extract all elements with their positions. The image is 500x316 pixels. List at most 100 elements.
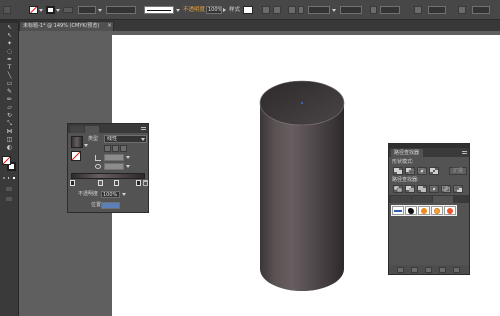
blue-banner-symbol[interactable] [392,206,404,215]
symbols-panel-header[interactable] [389,195,469,203]
isolate-group-icon[interactable] [458,6,466,14]
gradient-panel-header[interactable] [68,124,148,133]
none-mode-icon[interactable] [12,176,16,180]
stroke-weight-dropdown-icon[interactable] [98,9,102,12]
width-link-icon[interactable] [370,6,377,14]
scale-tool-icon[interactable]: ⤡ [4,120,15,128]
merge-icon[interactable] [417,185,427,193]
preferences-icon[interactable] [273,6,281,14]
gradient-stop[interactable] [70,180,75,186]
x-dropdown-icon[interactable] [332,9,336,12]
fill-stroke-toggle[interactable] [71,151,81,161]
panel-tab-active[interactable] [85,126,99,133]
cylinder-center-point[interactable] [301,102,303,104]
brush-dropdown-icon[interactable] [176,9,180,12]
outline-icon[interactable] [441,185,451,193]
transform-icon[interactable] [298,6,304,14]
panel-tab-active[interactable] [433,196,453,203]
x-field[interactable] [308,6,330,14]
gradient-presets-dropdown-icon[interactable] [84,144,88,147]
tools-panel-grip[interactable] [0,20,19,23]
angle-field[interactable] [104,154,124,161]
type-tool-icon[interactable]: T [4,64,15,72]
panel-options-field[interactable] [472,6,490,14]
opacity-arrow-icon[interactable] [223,8,226,12]
delete-stop-icon[interactable] [143,180,148,186]
line-segment-tool-icon[interactable]: ╲ [4,72,15,80]
gradient-preview-swatch[interactable] [71,136,83,148]
aspect-ratio-dropdown-icon[interactable] [126,165,130,168]
symbol-libraries-icon[interactable] [397,267,404,273]
lasso-tool-icon[interactable]: ◌ [4,48,15,56]
stop-opacity-field[interactable]: 100% [101,191,120,198]
orange-circle-symbol[interactable] [418,206,430,215]
panel-tab[interactable] [412,196,432,203]
magic-wand-tool-icon[interactable]: ✦ [4,40,15,48]
stroke-within-icon[interactable] [104,145,111,152]
stroke-weight-field[interactable] [78,6,96,14]
close-tab-icon[interactable]: × [107,23,112,29]
pencil-tool-icon[interactable]: ✏ [4,96,15,104]
divide-icon[interactable] [393,185,403,193]
paintbrush-tool-icon[interactable]: ✎ [4,88,15,96]
type-dropdown[interactable]: 线性 [104,135,147,143]
gradient-stop[interactable] [136,180,141,186]
exclude-icon[interactable] [429,167,439,175]
delete-symbol-icon[interactable] [453,267,460,273]
selection-mode-icon[interactable] [3,6,11,14]
fill-color-box[interactable] [2,156,11,165]
eraser-tool-icon[interactable]: ▱ [4,104,15,112]
opacity-field[interactable]: 100% [206,6,222,14]
color-mode-icon[interactable] [2,176,6,180]
unite-icon[interactable] [393,167,403,175]
pathfinder-panel-header[interactable]: 路径查找器 [389,148,469,157]
panel-menu-icon[interactable] [141,127,146,130]
rectangle-tool-icon[interactable]: ▭ [4,80,15,88]
aspect-ratio-field[interactable] [104,163,124,170]
draw-mode-icon[interactable] [5,186,13,192]
graphic-style-swatch[interactable] [243,6,253,14]
minus-back-icon[interactable] [453,185,463,193]
gradient-stop[interactable] [114,180,119,186]
fill-dropdown-icon[interactable] [39,9,43,12]
height-field[interactable] [428,6,446,14]
y-field[interactable] [340,6,362,14]
gradient-stop[interactable] [98,180,103,186]
trim-icon[interactable] [405,185,415,193]
angle-dropdown-icon[interactable] [126,156,130,159]
stop-location-field[interactable] [101,202,120,209]
panel-menu-icon[interactable] [462,151,467,154]
black-splat-symbol[interactable] [405,206,417,215]
gradient-mode-icon[interactable] [7,176,11,180]
cylinder-body[interactable] [260,103,344,291]
fill-swatch[interactable] [29,6,38,14]
stroke-across-icon[interactable] [120,145,127,152]
crop-icon[interactable] [429,185,439,193]
panel-tab[interactable] [70,126,84,133]
width-field[interactable] [380,6,400,14]
direct-selection-tool-icon[interactable]: ↖ [4,32,15,40]
document-tab[interactable]: 未标题-1* @ 149% (CMYK/预览) × [19,21,114,31]
free-transform-tool-icon[interactable]: ◫ [4,136,15,144]
cylinder[interactable] [259,80,345,291]
minus-front-icon[interactable] [405,167,415,175]
screen-mode-icon[interactable] [5,196,13,202]
align-icon[interactable] [288,6,296,14]
intersect-icon[interactable] [417,167,427,175]
stroke-swatch[interactable] [46,6,55,14]
width-tool-icon[interactable]: ⋈ [4,128,15,136]
constrain-proportions-icon[interactable] [414,6,422,14]
variable-width-profile-dropdown[interactable] [106,6,136,14]
rotate-tool-icon[interactable]: ↻ [4,112,15,120]
opacity-link-label[interactable]: 不透明度 [183,7,205,14]
stop-opacity-dropdown-icon[interactable] [122,193,126,196]
brush-definition-preview[interactable] [144,6,174,14]
stroke-dropdown-icon[interactable] [56,9,60,12]
panel-tab[interactable] [391,196,411,203]
place-symbol-icon[interactable] [411,267,418,273]
gradient-slider[interactable] [71,173,145,179]
new-symbol-icon[interactable] [439,267,446,273]
document-setup-icon[interactable] [262,6,270,14]
red-orange-circle-symbol[interactable] [444,206,456,215]
expand-button[interactable]: 扩展 [449,167,467,175]
